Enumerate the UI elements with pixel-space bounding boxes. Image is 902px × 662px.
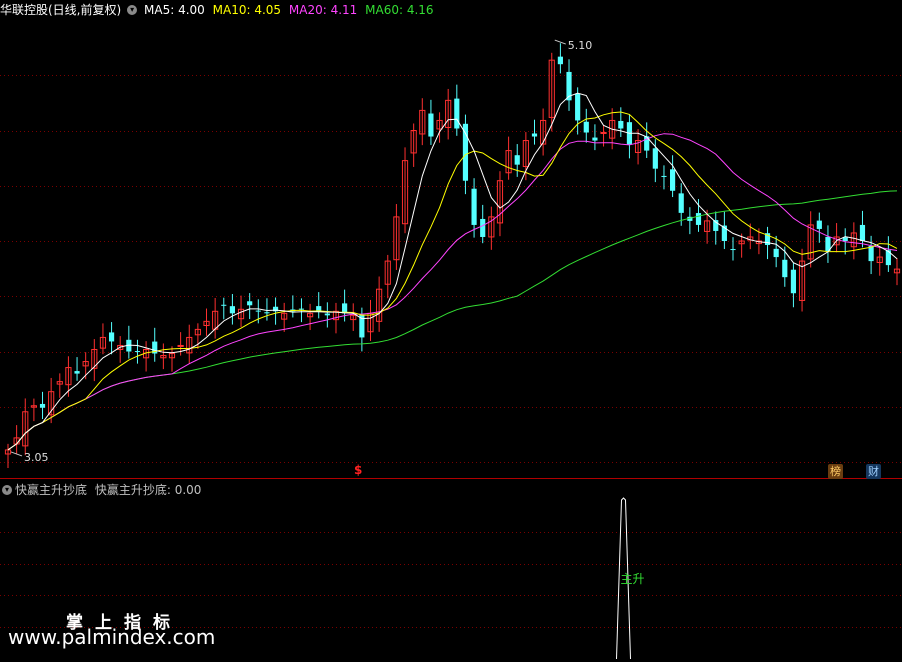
candle-body: [782, 259, 788, 278]
candle-body: [618, 120, 624, 129]
candle-body: [531, 133, 538, 137]
main-header: 华联控股(日线,前复权) ▾ MA5: 4.00 MA10: 4.05 MA20:…: [0, 1, 438, 19]
candle-body: [247, 301, 253, 306]
indicator-name[interactable]: 快赢主升抄底: [15, 483, 87, 497]
candle-body: [428, 113, 434, 137]
ma5-line: [7, 92, 898, 451]
finance-badge[interactable]: 财: [866, 464, 881, 479]
watermark-url: www.palmindex.com: [8, 625, 216, 649]
candle-body: [324, 313, 330, 316]
candle-body: [661, 175, 667, 177]
low-label: 3.05: [24, 451, 49, 464]
candle-body: [134, 351, 141, 353]
stock-name[interactable]: 华联控股(日线,前复权): [0, 3, 121, 17]
ma20-label: MA20: 4.11: [288, 3, 358, 17]
candle-body: [652, 148, 658, 169]
candle-body: [730, 249, 736, 251]
candle-body: [229, 306, 235, 314]
candle-body: [108, 332, 115, 342]
candle-body: [695, 213, 702, 225]
candle-body: [583, 121, 589, 133]
candle-body: [557, 56, 563, 65]
candle-body: [264, 312, 270, 314]
signal-label: 主升: [620, 572, 644, 586]
candle-body: [255, 310, 261, 312]
chart-root: 5.10 3.05 主升 华联控股(日线,前复权) ▾ MA5: 4.00 MA10:…: [0, 0, 902, 660]
indicator-circle-icon[interactable]: ▾: [2, 484, 12, 495]
candle-body: [221, 304, 227, 306]
indicator-value: 快赢主升抄底: 0.00: [94, 483, 202, 497]
ma60-label: MA60: 4.16: [365, 3, 434, 17]
high-label: 5.10: [568, 39, 593, 52]
ranking-badge[interactable]: 榜: [828, 464, 843, 479]
candle-body: [670, 169, 676, 191]
candle-body: [600, 132, 607, 135]
ma20-line: [7, 133, 898, 451]
candle-body: [462, 123, 469, 181]
ma5-label: MA5: 4.00: [144, 3, 205, 17]
candle-body: [868, 245, 874, 262]
candle-body: [678, 193, 684, 213]
candle-body: [480, 218, 486, 237]
s-marker[interactable]: $: [354, 463, 362, 477]
chart-svg: 5.10 3.05 主升: [0, 39, 902, 660]
dropdown-circle-icon[interactable]: ▾: [127, 4, 138, 15]
ma10-line: [7, 111, 898, 451]
candle-body: [177, 344, 184, 347]
candle-body: [592, 137, 598, 141]
candle-body: [816, 220, 822, 229]
candle-body: [773, 248, 779, 258]
candle-body: [790, 269, 797, 294]
candle-body: [39, 403, 46, 408]
candle-body: [514, 155, 520, 165]
candle-body: [454, 98, 460, 129]
candle-body: [859, 224, 866, 241]
ma60-line: [7, 190, 898, 451]
candle-body: [74, 371, 80, 374]
candle-body: [471, 188, 477, 225]
indicator-header: ▾ 快赢主升抄底 快赢主升抄底: 0.00: [0, 481, 205, 499]
candle-body: [575, 93, 581, 121]
ma10-label: MA10: 4.05: [212, 3, 282, 17]
candle-body: [298, 308, 305, 310]
